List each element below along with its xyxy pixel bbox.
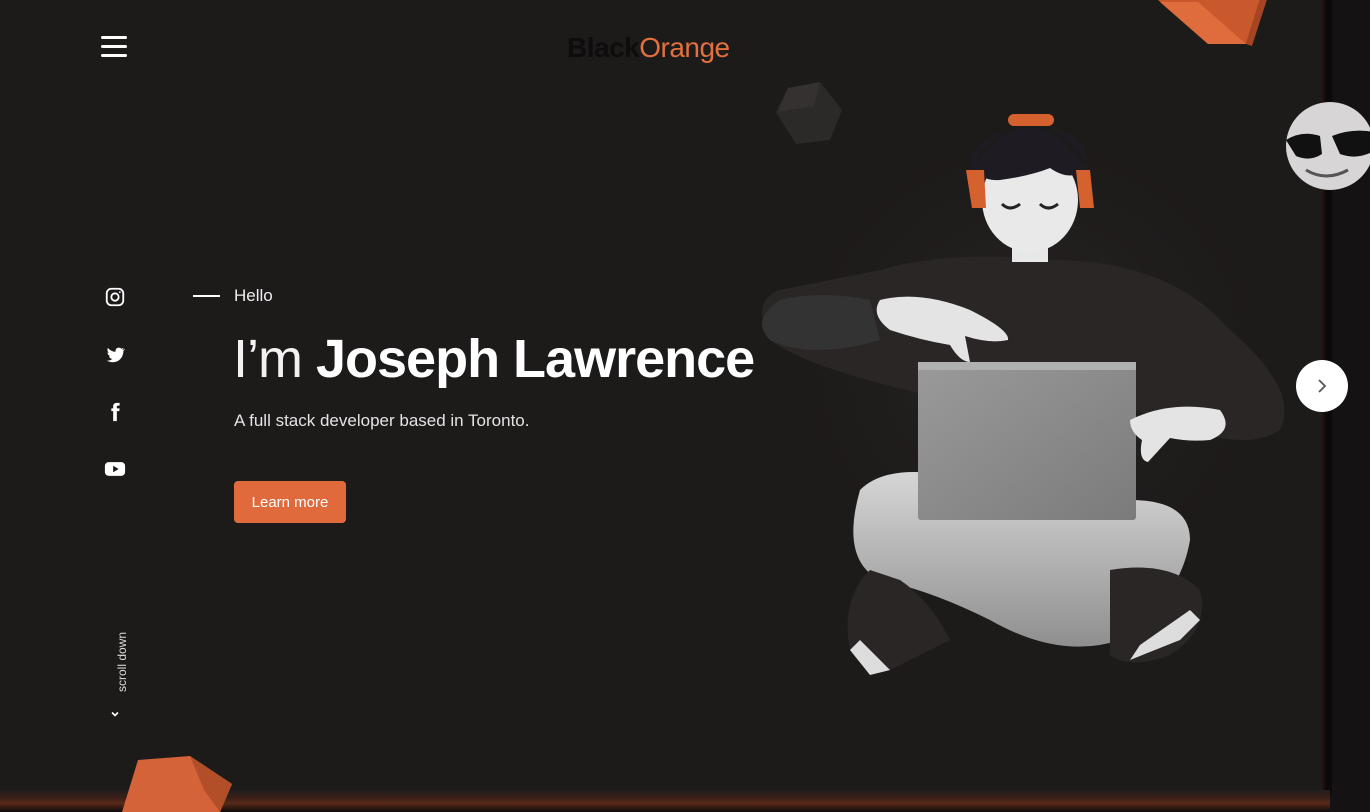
instagram-icon[interactable]: [103, 285, 127, 309]
hero-headline: I’m Joseph Lawrence: [233, 328, 755, 390]
next-slide-button[interactable]: [1296, 360, 1348, 412]
headline-name: Joseph Lawrence: [316, 329, 755, 389]
chevron-right-icon: [1318, 379, 1327, 393]
cube-decoration-top: [1158, 0, 1267, 46]
headline-prefix: I’m: [233, 329, 303, 389]
emoji-sunglasses-decoration: [1286, 102, 1370, 190]
greeting-dash: [193, 295, 220, 297]
menu-line: [101, 54, 127, 57]
site-logo[interactable]: BlackOrange: [567, 32, 730, 64]
greeting-text: Hello: [234, 286, 273, 305]
cube-decoration-bottom: [122, 756, 232, 812]
greeting-row: Hello: [193, 286, 273, 306]
youtube-icon[interactable]: [103, 457, 127, 481]
menu-line: [101, 45, 127, 48]
chevron-down-icon: [111, 711, 119, 717]
learn-more-button[interactable]: Learn more: [234, 481, 346, 523]
facebook-icon[interactable]: [103, 400, 127, 424]
menu-line: [101, 36, 127, 39]
hero-subline: A full stack developer based in Toronto.: [234, 411, 530, 430]
menu-hamburger-icon[interactable]: [101, 36, 127, 60]
scroll-down-indicator[interactable]: scroll down: [100, 630, 130, 725]
logo-orange-text: Orange: [639, 32, 730, 63]
hero-character-illustration: [760, 100, 1300, 675]
logo-black-text: Black: [567, 32, 640, 63]
twitter-icon[interactable]: [103, 343, 127, 367]
scroll-down-label: scroll down: [115, 631, 129, 692]
